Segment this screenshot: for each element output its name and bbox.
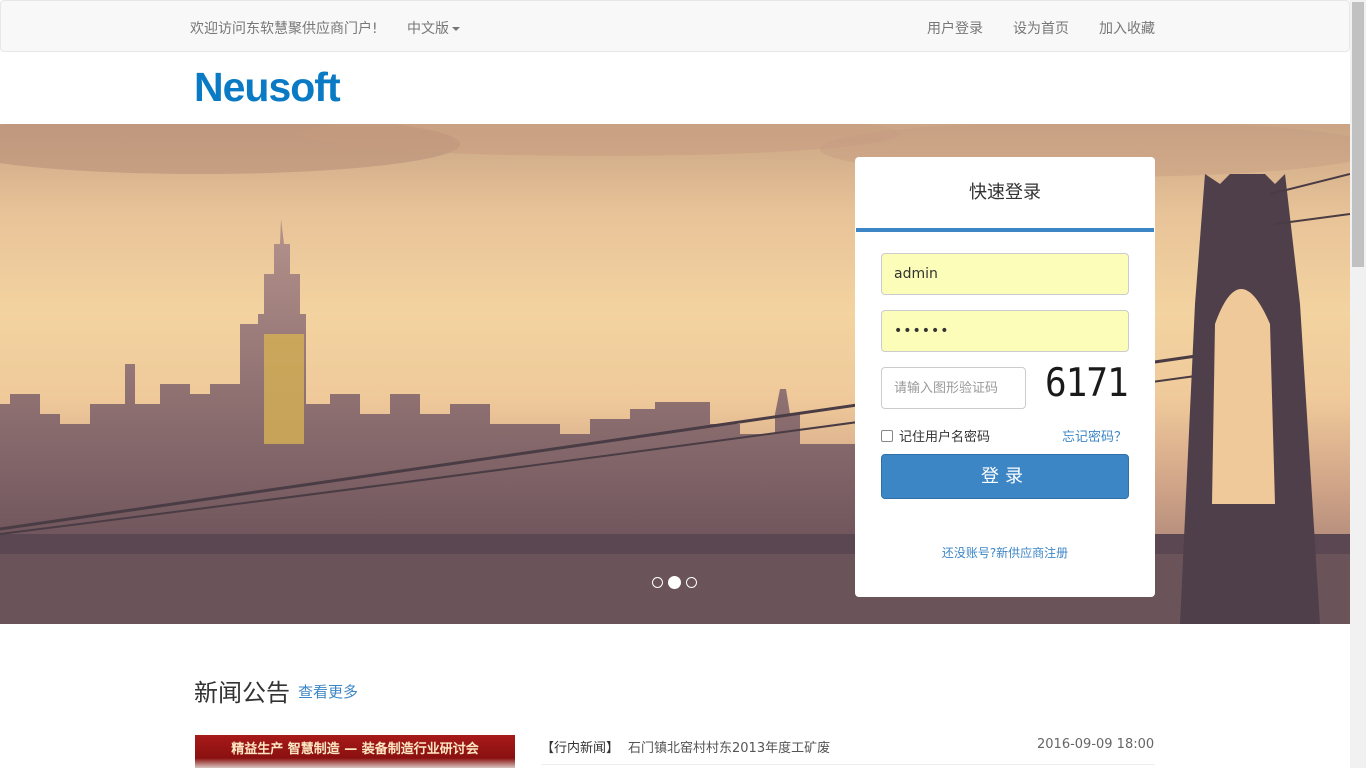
login-title: 快速登录 [969,182,1041,203]
checkbox-icon[interactable] [881,430,893,442]
register-link[interactable]: 还没账号?新供应商注册 [855,544,1155,561]
language-dropdown[interactable]: 中文版 [407,18,460,38]
bookmark-link[interactable]: 加入收藏 [1099,18,1155,38]
top-navbar: 欢迎访问东软慧聚供应商门户! 中文版 用户登录 设为首页 加入收藏 [0,0,1350,52]
captcha-image[interactable]: 6171 [1045,361,1129,406]
username-input[interactable]: admin [881,253,1129,295]
carousel-dot-3[interactable] [686,577,697,588]
remember-me-checkbox[interactable]: 记住用户名密码 [881,426,990,445]
scrollbar-thumb[interactable] [1352,2,1364,267]
news-thumbnail[interactable]: 精益生产 智慧制造 — 装备制造行业研讨会 [195,735,515,768]
news-thumbnail-caption: 精益生产 智慧制造 — 装备制造行业研讨会 [231,742,479,757]
news-item-date: 2016-09-09 18:00 [1037,737,1155,752]
news-more-link[interactable]: 查看更多 [298,681,358,702]
news-item-title[interactable]: 石门镇北窑村村东2013年度工矿废 [628,737,830,756]
caret-down-icon [452,27,460,31]
forgot-password-link[interactable]: 忘记密码？ [1062,426,1127,445]
captcha-input[interactable] [881,367,1026,409]
welcome-text: 欢迎访问东软慧聚供应商门户! [190,21,378,37]
news-item-category: 【行内新闻】 [541,741,620,756]
remember-me-label: 记住用户名密码 [899,430,991,445]
neusoft-logo[interactable]: Neusoft [194,64,341,111]
carousel-dot-2[interactable] [668,576,681,589]
password-input[interactable]: •••••• [881,310,1129,352]
carousel-dot-1[interactable] [652,577,663,588]
user-login-link[interactable]: 用户登录 [927,18,983,38]
news-divider [541,764,1155,765]
set-home-link[interactable]: 设为首页 [1013,18,1069,38]
language-label: 中文版 [407,21,449,37]
login-title-underline [856,228,1154,232]
news-section-title: 新闻公告 [194,679,290,707]
login-button[interactable]: 登录 [881,454,1129,499]
page-scrollbar[interactable] [1350,0,1366,768]
quick-login-panel: 快速登录 admin •••••• 6171 记住用户名密码 忘记密码？ 登录 … [855,157,1155,597]
